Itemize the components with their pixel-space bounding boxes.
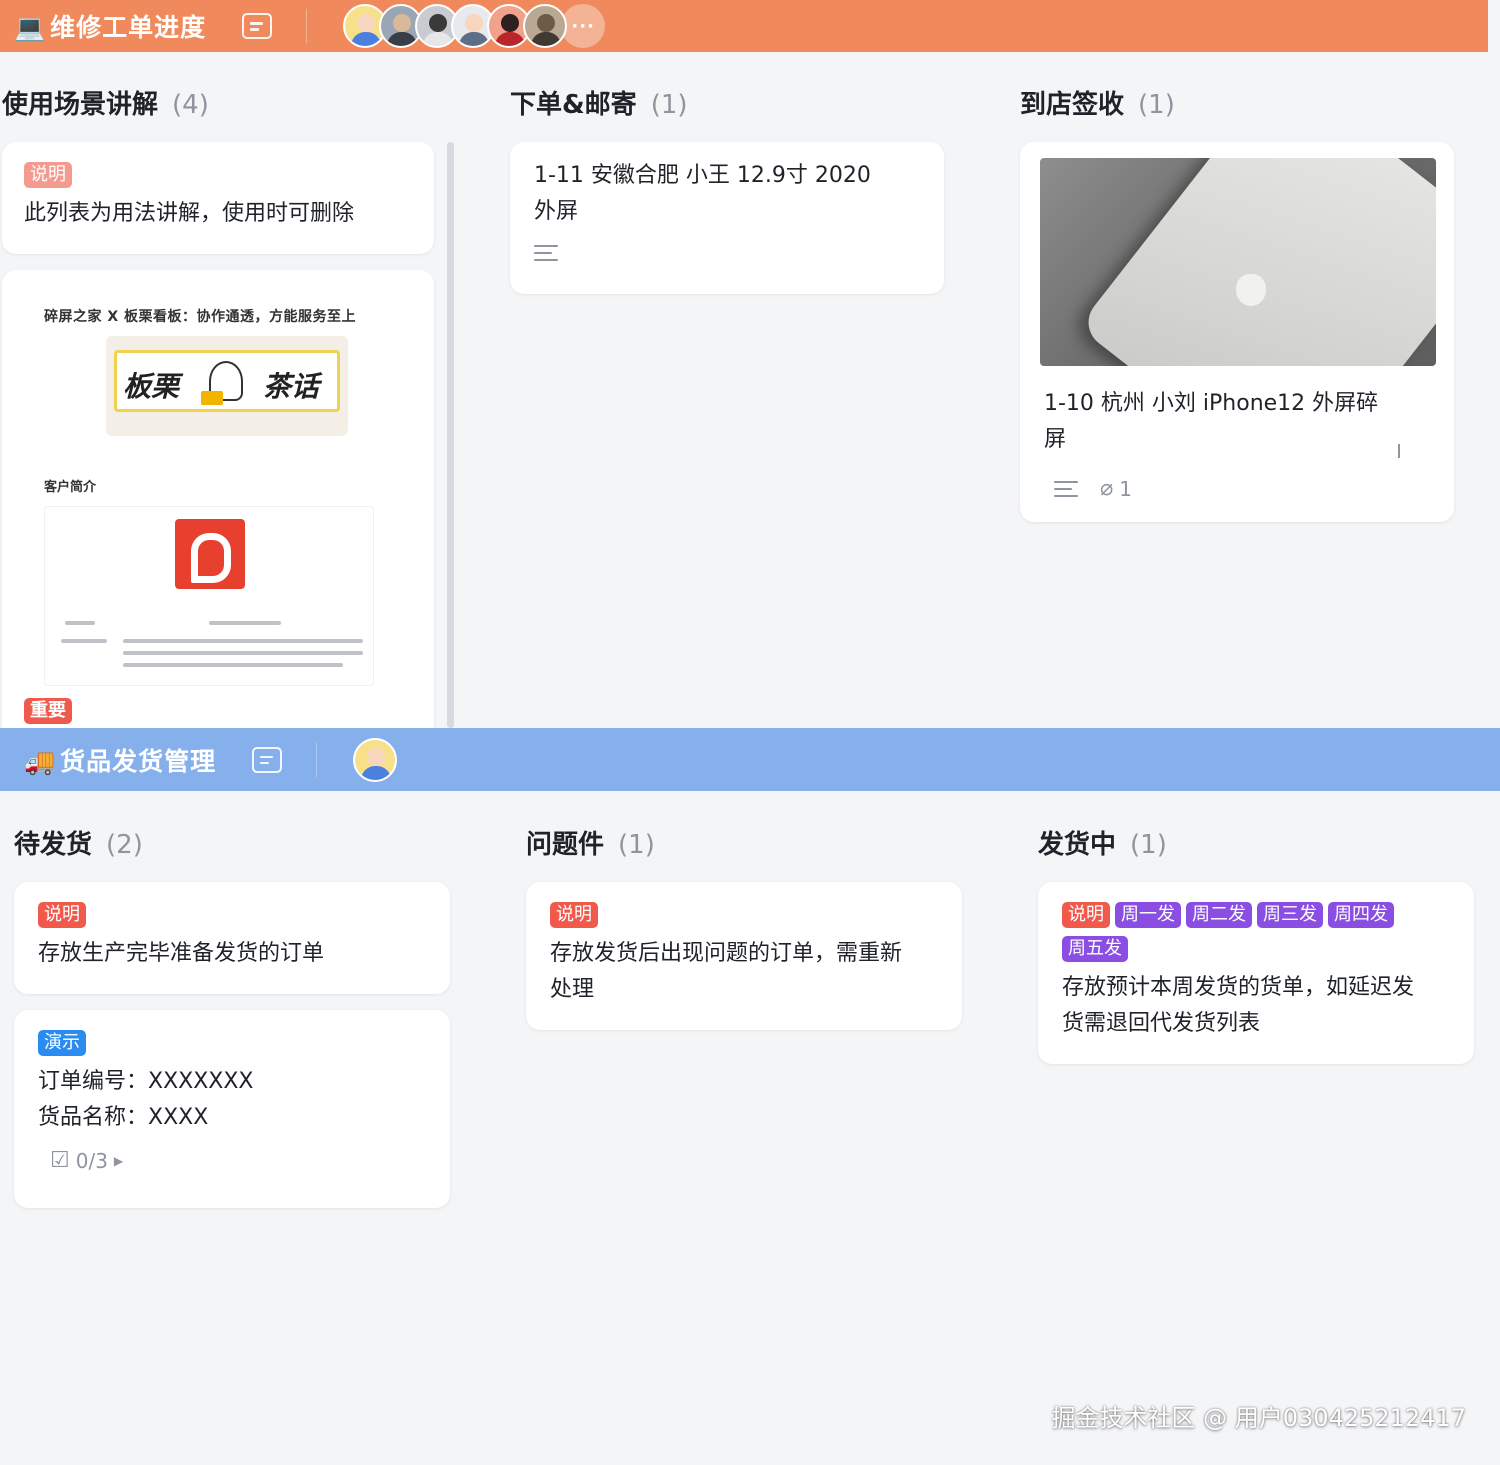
description-lines-icon <box>1054 480 1078 498</box>
card-title-line: 屏 <box>1044 427 1067 452</box>
description-indicator <box>534 244 920 266</box>
column-title: 使用场景讲解 (4) <box>2 84 209 121</box>
laptop-icon: 💻 <box>14 13 47 42</box>
card-title-line: 处理 <box>550 977 595 1002</box>
column-name: 到店签收 <box>1020 90 1125 120</box>
tag-label: 周四发 <box>1328 902 1394 928</box>
board-header-repair: 💻 维修工单进度 ··· <box>0 0 1488 52</box>
apple-logo-icon <box>1236 274 1266 306</box>
tag-label: 重要 <box>24 698 72 724</box>
tag-label: 说明 <box>1062 902 1110 928</box>
divider <box>316 742 318 777</box>
column-name: 问题件 <box>526 830 605 860</box>
avatar[interactable] <box>523 4 568 48</box>
column-title: 发货中 (1) <box>1038 824 1167 861</box>
card-title-line: 1-11 安徽合肥 小王 12.9寸 2020 <box>534 163 871 188</box>
column-name: 待发货 <box>14 830 93 860</box>
task-card-photo[interactable]: 1-10 杭州 小刘 iPhone12 外屏碎 屏 ⌀ 1 <box>1020 142 1454 522</box>
description-icon[interactable] <box>242 13 273 39</box>
more-members-button[interactable]: ··· <box>561 4 606 48</box>
column-scrollbar[interactable] <box>447 142 454 728</box>
laptop-illustration-icon <box>201 391 223 405</box>
card-title-line: 外屏 <box>534 199 579 224</box>
description-icon[interactable] <box>252 746 283 773</box>
tag-list: 说明 周一发 周二发 周三发 周四发周五发 <box>1062 902 1454 970</box>
task-card[interactable]: 说明 存放发货后出现问题的订单，需重新 处理 <box>526 882 962 1030</box>
board-title-text: 维修工单进度 <box>50 13 207 42</box>
cover-photo <box>1040 158 1436 366</box>
text-cursor <box>1398 444 1400 458</box>
column-title: 到店签收 (1) <box>1020 84 1175 121</box>
member-avatars[interactable]: ··· <box>343 4 606 48</box>
task-card[interactable]: 演示 订单编号：XXXXXXX 货品名称：XXXX ☑ 0/3 ▶ <box>14 1010 450 1208</box>
cover-headline: 碎屏之家 X 板栗看板：协作通透，方能服务至上 <box>44 309 357 325</box>
brand-logo-icon <box>175 519 245 589</box>
board-header-shipping: 🚚 货品发货管理 <box>0 728 1500 791</box>
watermark: 掘金技术社区 @ 用户030425212417 <box>1051 1404 1467 1432</box>
column-name: 发货中 <box>1038 830 1117 860</box>
avatar[interactable] <box>353 737 398 782</box>
card-title: 存放生产完毕准备发货的订单 <box>38 941 325 966</box>
column-count: (4) <box>172 90 209 120</box>
board-title-text: 货品发货管理 <box>60 746 217 776</box>
cover-banner: 板栗 茶话 <box>106 336 348 436</box>
card-footer: ⌀ 1 <box>1054 476 1132 501</box>
column-count: (2) <box>106 830 143 860</box>
description-lines-icon <box>534 244 558 262</box>
card-title-line: 存放预计本周发货的货单，如延迟发 <box>1062 975 1415 1000</box>
card-title-line: 1-10 杭州 小刘 iPhone12 外屏碎 <box>1044 391 1379 416</box>
attachment-count: 1 <box>1119 476 1132 501</box>
tag-label: 周三发 <box>1257 902 1323 928</box>
card-title-line: 货品名称：XXXX <box>38 1105 209 1130</box>
column-title: 问题件 (1) <box>526 824 655 861</box>
divider <box>306 9 308 43</box>
card-title-line: 货需退回代发货列表 <box>1062 1011 1261 1036</box>
task-card[interactable]: 1-11 安徽合肥 小王 12.9寸 2020 外屏 <box>510 142 944 294</box>
column-name: 下单&邮寄 <box>510 90 637 120</box>
column-count: (1) <box>1138 90 1175 120</box>
column-title: 待发货 (2) <box>14 824 143 861</box>
column-title: 下单&邮寄 (1) <box>510 84 688 121</box>
tag-label: 周五发 <box>1062 936 1128 962</box>
task-card[interactable]: 说明 存放生产完毕准备发货的订单 <box>14 882 450 994</box>
card-title-line: 订单编号：XXXXXXX <box>38 1069 254 1094</box>
caret-right-icon: ▶ <box>113 1153 124 1168</box>
tag-label: 说明 <box>38 902 86 928</box>
task-card[interactable]: 说明 周一发 周二发 周三发 周四发周五发 存放预计本周发货的货单，如延迟发 货需退回代… <box>1038 882 1474 1064</box>
task-card[interactable]: 说明 此列表为用法讲解，使用时可删除 <box>2 142 434 254</box>
column-count: (1) <box>618 830 655 860</box>
member-avatars[interactable] <box>353 737 398 782</box>
cover-logo-panel <box>44 506 374 686</box>
board-title[interactable]: 🚚 货品发货管理 <box>24 742 216 778</box>
tag-label: 演示 <box>38 1030 86 1056</box>
task-card-image[interactable]: 碎屏之家 X 板栗看板：协作通透，方能服务至上 板栗 茶话 客户简介 重要 <box>2 270 434 740</box>
banner-word: 板栗 <box>123 370 180 403</box>
column-count: (1) <box>1130 830 1167 860</box>
tag-label: 周二发 <box>1186 902 1252 928</box>
tag-label: 周一发 <box>1115 902 1181 928</box>
card-title-line: 存放发货后出现问题的订单，需重新 <box>550 941 903 966</box>
board-title[interactable]: 💻 维修工单进度 <box>14 8 206 44</box>
column-name: 使用场景讲解 <box>2 90 159 120</box>
banner-word: 茶话 <box>263 370 320 403</box>
truck-icon: 🚚 <box>24 746 57 776</box>
tag-label: 说明 <box>550 902 598 928</box>
checklist-progress[interactable]: ☑ 0/3 ▶ <box>50 1148 426 1173</box>
tag-label: 说明 <box>24 162 72 188</box>
tablet-photo <box>1078 158 1436 366</box>
checklist-icon: ☑ <box>50 1148 70 1173</box>
cover-section-title: 客户简介 <box>44 480 97 495</box>
checklist-count: 0/3 <box>75 1148 108 1173</box>
column-count: (1) <box>650 90 688 120</box>
attachment-icon: ⌀ <box>1100 476 1114 501</box>
card-title: 此列表为用法讲解，使用时可删除 <box>24 201 355 226</box>
